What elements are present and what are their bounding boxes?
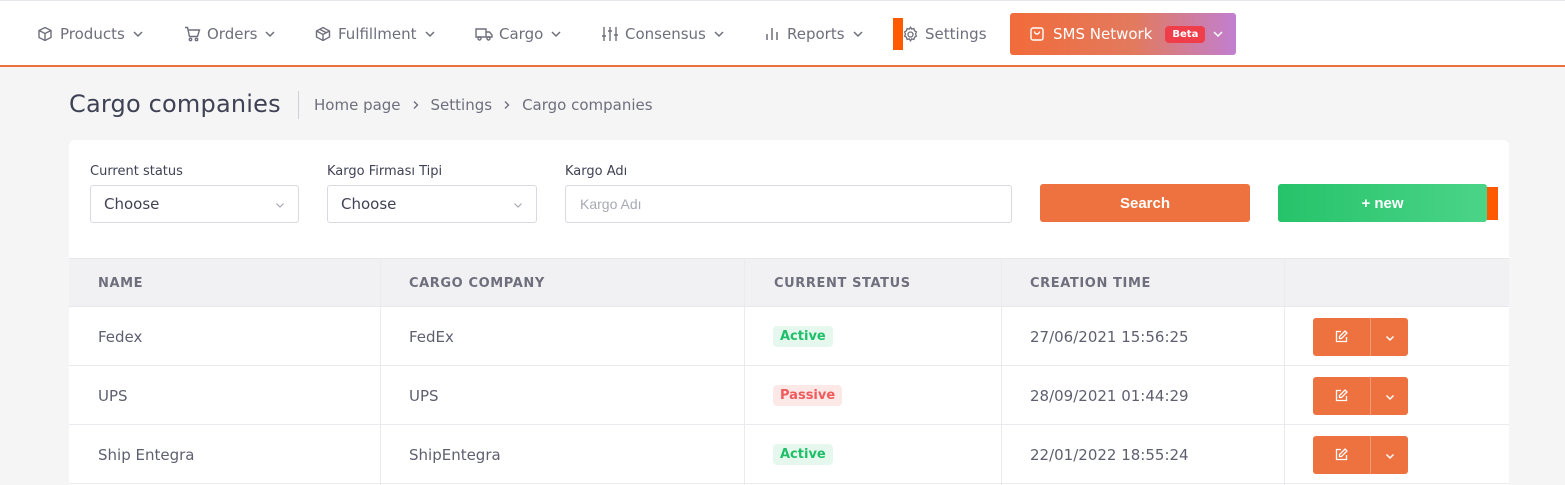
edit-icon <box>1335 387 1348 406</box>
name-filter-label: Kargo Adı <box>565 164 628 179</box>
chevron-down-icon <box>713 28 725 40</box>
edit-button[interactable] <box>1313 377 1370 415</box>
nav-item-products[interactable]: Products <box>36 23 144 45</box>
new-button[interactable]: + new <box>1278 184 1487 222</box>
column-header-creation-time[interactable]: CREATION TIME <box>1030 259 1151 308</box>
cell-name: Fedex <box>98 327 143 346</box>
cargo-name-input[interactable] <box>565 185 1012 223</box>
cargo-companies-card: Current status Choose Kargo Firması Tipi… <box>69 140 1509 485</box>
nav-item-label: Products <box>60 25 125 43</box>
cell-creation-time: 22/01/2022 18:55:24 <box>1030 445 1189 464</box>
new-button-marker <box>1487 187 1498 220</box>
table-row: UPS UPS Passive 28/09/2021 01:44:29 <box>69 366 1509 425</box>
nav-item-fulfillment[interactable]: Fulfillment <box>314 23 436 45</box>
table-header: NAME CARGO COMPANY CURRENT STATUS CREATI… <box>69 258 1509 307</box>
truck-icon <box>475 25 493 43</box>
column-header-name[interactable]: NAME <box>98 259 143 308</box>
cell-name: Ship Entegra <box>98 445 195 464</box>
nav-item-label: Orders <box>207 25 258 43</box>
fulfillment-icon <box>314 25 332 43</box>
chevron-down-icon <box>1385 328 1395 347</box>
cell-status: Active <box>773 307 833 366</box>
chevron-down-icon <box>550 28 562 40</box>
gear-icon <box>901 25 919 43</box>
chevron-right-icon <box>502 100 512 110</box>
table-row: Ship Entegra ShipEntegra Active 22/01/20… <box>69 425 1509 484</box>
nav-item-label: Cargo <box>499 25 544 43</box>
row-actions <box>1313 377 1408 415</box>
edit-button[interactable] <box>1313 318 1370 356</box>
beta-badge: Beta <box>1165 25 1206 43</box>
title-divider <box>298 91 299 119</box>
edit-icon <box>1335 328 1348 347</box>
status-badge: Passive <box>773 385 843 406</box>
sms-network-button[interactable]: SMS Network Beta <box>1010 13 1236 55</box>
edit-icon <box>1335 446 1348 465</box>
nav-item-consensus[interactable]: Consensus <box>601 23 725 45</box>
chevron-down-icon <box>1212 28 1224 40</box>
chevron-down-icon <box>1385 446 1395 465</box>
page-title: Cargo companies <box>69 90 281 118</box>
status-badge: Active <box>773 444 833 465</box>
cargo-type-select[interactable]: Choose <box>327 185 537 223</box>
status-badge: Active <box>773 326 833 347</box>
nav-item-settings[interactable]: Settings <box>901 23 987 45</box>
chevron-down-icon <box>424 28 436 40</box>
sliders-icon <box>601 25 619 43</box>
table-row: Fedex FedEx Active 27/06/2021 15:56:25 <box>69 307 1509 366</box>
cargo-type-select-value: Choose <box>341 195 397 213</box>
nav-item-label: Consensus <box>625 25 706 43</box>
chevron-down-icon <box>275 200 285 210</box>
row-actions-dropdown[interactable] <box>1370 377 1408 415</box>
chevron-down-icon <box>1385 387 1395 406</box>
breadcrumb: Home page Settings Cargo companies <box>314 96 653 114</box>
breadcrumb-current: Cargo companies <box>522 96 653 114</box>
row-actions-dropdown[interactable] <box>1370 436 1408 474</box>
status-select-value: Choose <box>104 195 160 213</box>
cell-cargo-company: FedEx <box>409 327 454 346</box>
box-icon <box>36 25 54 43</box>
status-filter-label: Current status <box>90 164 183 179</box>
cell-status: Active <box>773 425 833 484</box>
search-button[interactable]: Search <box>1040 184 1250 222</box>
chevron-right-icon <box>411 100 421 110</box>
row-actions-dropdown[interactable] <box>1370 318 1408 356</box>
cell-cargo-company: ShipEntegra <box>409 445 501 464</box>
nav-item-label: Settings <box>925 25 987 43</box>
bar-chart-icon <box>763 25 781 43</box>
chevron-down-icon <box>852 28 864 40</box>
column-header-cargo-company[interactable]: CARGO COMPANY <box>409 259 545 308</box>
row-actions <box>1313 318 1408 356</box>
status-select[interactable]: Choose <box>90 185 299 223</box>
cell-cargo-company: UPS <box>409 386 439 405</box>
nav-item-label: Reports <box>787 25 845 43</box>
nav-item-label: Fulfillment <box>338 25 417 43</box>
breadcrumb-settings[interactable]: Settings <box>431 96 493 114</box>
edit-button[interactable] <box>1313 436 1370 474</box>
cell-name: UPS <box>98 386 128 405</box>
cell-creation-time: 28/09/2021 01:44:29 <box>1030 386 1189 405</box>
nav-item-reports[interactable]: Reports <box>763 23 864 45</box>
chevron-down-icon <box>132 28 144 40</box>
row-actions <box>1313 436 1408 474</box>
cell-status: Passive <box>773 366 843 425</box>
cart-icon <box>183 25 201 43</box>
column-header-current-status[interactable]: CURRENT STATUS <box>774 259 911 308</box>
breadcrumb-home[interactable]: Home page <box>314 96 401 114</box>
cell-creation-time: 27/06/2021 15:56:25 <box>1030 327 1189 346</box>
chevron-down-icon <box>513 200 523 210</box>
type-filter-label: Kargo Firması Tipi <box>327 164 443 179</box>
sms-network-label: SMS Network <box>1053 25 1153 43</box>
chevron-down-icon <box>264 28 276 40</box>
shopping-bag-icon <box>1029 26 1045 42</box>
nav-item-cargo[interactable]: Cargo <box>475 23 562 45</box>
top-navigation: Products Orders Fulfillment Cargo Consen… <box>0 0 1565 67</box>
nav-item-orders[interactable]: Orders <box>183 23 276 45</box>
